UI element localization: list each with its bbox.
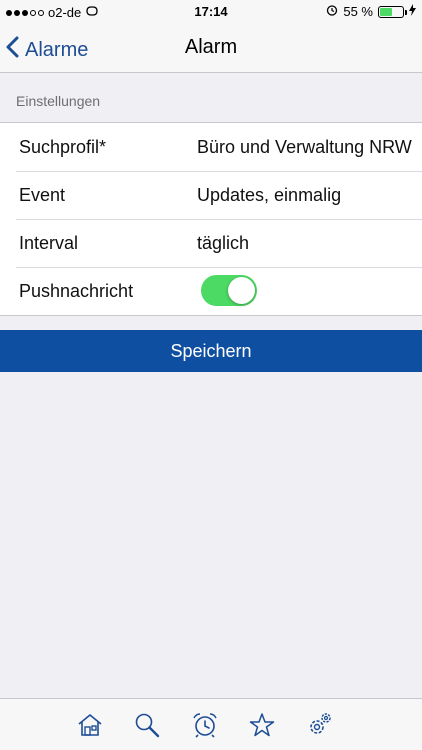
battery-icon xyxy=(378,5,407,18)
setting-row-interval[interactable]: Interval täglich xyxy=(0,219,422,267)
setting-value: Updates, einmalig xyxy=(197,184,342,205)
battery-fill xyxy=(380,7,393,16)
settings-icon[interactable] xyxy=(306,711,336,741)
setting-label: Suchprofil* xyxy=(19,136,107,157)
setting-value: täglich xyxy=(197,232,250,253)
toggle-knob xyxy=(228,277,255,304)
setting-value: Büro und Verwaltung NRW xyxy=(197,136,412,157)
settings-table: Suchprofil* Büro und Verwaltung NRW Even… xyxy=(0,122,422,316)
push-notification-toggle[interactable] xyxy=(201,275,257,306)
status-right: 55 % xyxy=(326,4,416,19)
setting-label: Interval xyxy=(19,232,79,253)
setting-label: Pushnachricht xyxy=(19,280,134,301)
search-icon[interactable] xyxy=(133,711,163,741)
battery-percent: 55 % xyxy=(343,4,373,19)
nav-bar: Alarme Alarm xyxy=(0,24,422,73)
setting-label: Event xyxy=(19,184,66,205)
alarm-clock-icon[interactable] xyxy=(191,711,221,741)
tab-bar xyxy=(0,698,422,750)
setting-row-event[interactable]: Event Updates, einmalig xyxy=(0,171,422,219)
home-icon[interactable] xyxy=(76,711,106,741)
status-bar: o2-de 17:14 55 % xyxy=(0,0,422,24)
screen: o2-de 17:14 55 % Alarme Alarm Einstellun… xyxy=(0,0,422,750)
save-button[interactable]: Speichern xyxy=(0,330,422,372)
charging-icon xyxy=(409,4,416,19)
alarm-indicator-icon xyxy=(326,4,338,19)
star-icon[interactable] xyxy=(248,711,278,741)
setting-row-pushnachricht: Pushnachricht xyxy=(0,267,422,315)
section-header: Einstellungen xyxy=(16,93,101,109)
setting-row-suchprofil[interactable]: Suchprofil* Büro und Verwaltung NRW xyxy=(0,123,422,171)
page-title: Alarm xyxy=(184,36,238,58)
